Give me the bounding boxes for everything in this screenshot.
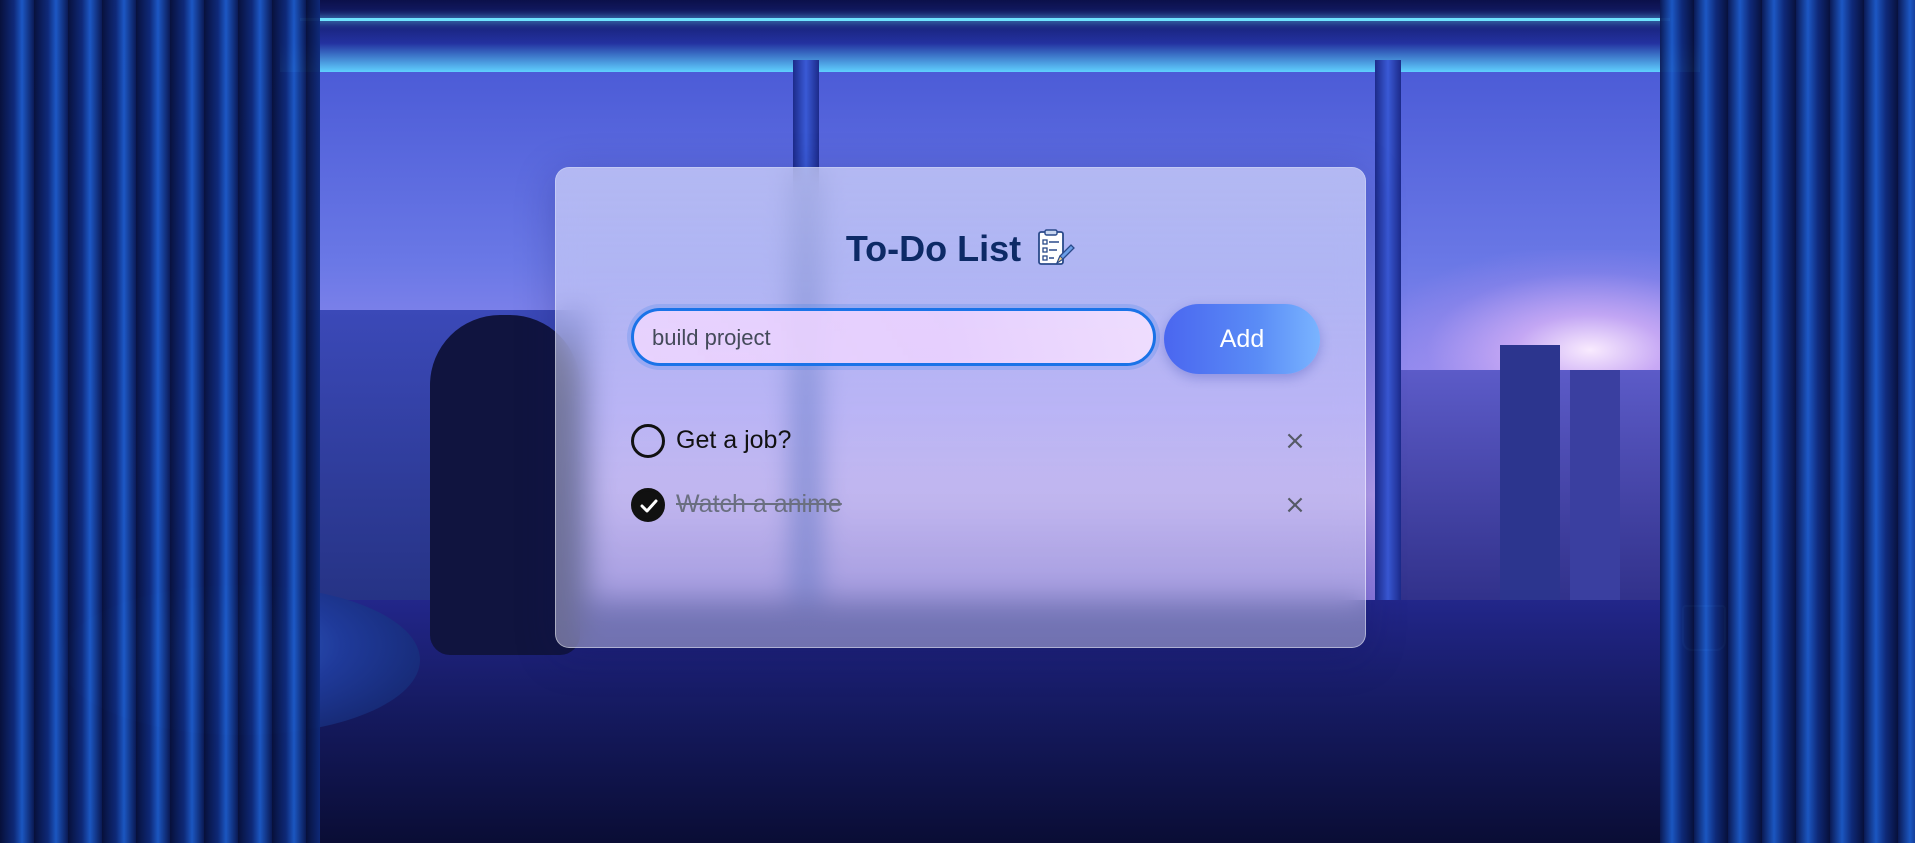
todo-card: To-Do List Add (555, 167, 1366, 648)
window-mullion (1375, 60, 1401, 640)
todo-input-wrapper (631, 308, 1156, 366)
window-frame-top (280, 0, 1700, 72)
unchecked-circle-icon[interactable] (631, 424, 665, 458)
todo-list: Get a job? × Watch a anime × (631, 412, 1321, 540)
todo-text[interactable]: Get a job? (676, 426, 791, 455)
add-button[interactable]: Add (1164, 304, 1320, 374)
page-title: To-Do List (556, 228, 1365, 270)
checked-circle-icon[interactable] (631, 488, 665, 522)
window-frame-light (300, 18, 1670, 21)
curtain-right (1660, 0, 1915, 843)
todo-input[interactable] (650, 311, 1144, 365)
list-item: Watch a anime × (631, 476, 1321, 540)
clipboard-pencil-icon (1035, 229, 1076, 269)
list-item: Get a job? × (631, 412, 1321, 476)
remove-item-button[interactable]: × (1282, 428, 1308, 454)
todo-text[interactable]: Watch a anime (676, 490, 842, 519)
remove-item-button[interactable]: × (1282, 492, 1308, 518)
title-text: To-Do List (845, 228, 1022, 269)
curtain-left (0, 0, 320, 843)
